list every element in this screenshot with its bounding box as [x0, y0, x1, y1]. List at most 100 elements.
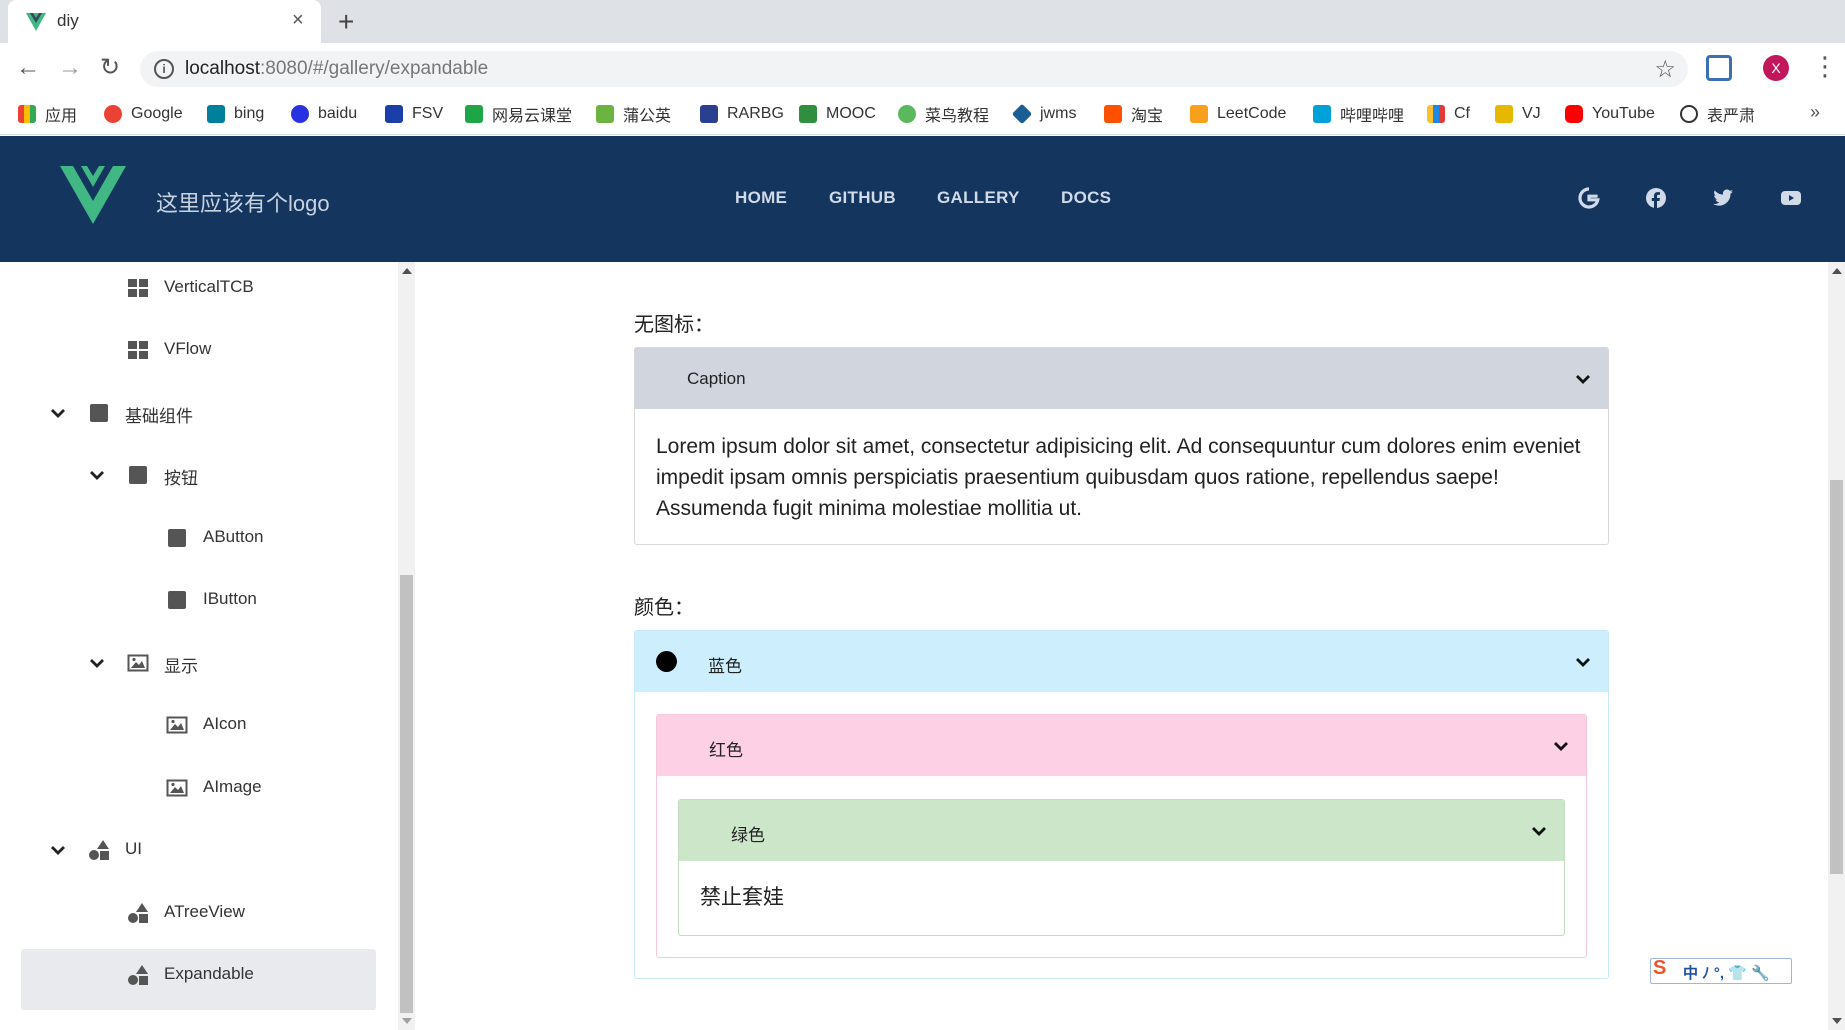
sidebar-item-label: 显示	[164, 657, 198, 676]
facebook-icon[interactable]	[1644, 186, 1668, 210]
expandable-caption-title: Caption	[687, 369, 746, 388]
fsv-icon	[385, 105, 403, 123]
image-icon	[127, 652, 149, 674]
sidebar-item-aimage[interactable]: AImage	[0, 757, 380, 819]
nav-gallery[interactable]: GALLERY	[937, 188, 1020, 208]
chevron-down-icon[interactable]	[1574, 370, 1592, 388]
site-info-icon[interactable]: i	[154, 59, 174, 79]
bookmark-item[interactable]: baidu	[291, 102, 357, 126]
sidebar-item-aicon[interactable]: AIcon	[0, 694, 380, 756]
chevron-down-icon[interactable]	[87, 653, 107, 673]
bookmark-item[interactable]: VJ	[1495, 102, 1541, 126]
runoob-icon	[898, 105, 916, 123]
chevron-down-icon[interactable]	[48, 403, 68, 423]
chevron-down-icon[interactable]	[1530, 822, 1548, 840]
chevron-down-icon[interactable]	[87, 465, 107, 485]
expandable-caption-header[interactable]: Caption	[635, 348, 1608, 409]
sidebar-item-label: AButton	[203, 527, 264, 546]
browser-tab[interactable]: diy ×	[8, 0, 321, 43]
sidebar-scrollbar-thumb[interactable]	[400, 575, 413, 1013]
shapes-icon	[88, 839, 110, 861]
bookmark-item[interactable]: 菜鸟教程	[898, 102, 989, 126]
sidebar-scrollbar[interactable]	[398, 262, 415, 1030]
image-icon	[166, 777, 188, 799]
bookmark-item[interactable]: YouTube	[1565, 102, 1655, 126]
google-icon[interactable]	[1577, 186, 1601, 210]
sidebar-item-atreeview[interactable]: ATreeView	[0, 882, 380, 944]
circle-icon	[656, 651, 677, 672]
bookmark-item[interactable]: jwms	[1011, 102, 1076, 126]
main-scroll-up-icon[interactable]	[1832, 268, 1842, 274]
bilibili-icon	[1313, 105, 1331, 123]
profile-avatar[interactable]: X	[1763, 55, 1789, 81]
jwms-icon	[1011, 103, 1033, 125]
sidebar-item-vflow[interactable]: VFlow	[0, 319, 380, 381]
bookmark-item[interactable]: RARBG	[700, 102, 784, 126]
bookmark-item[interactable]: 应用	[18, 102, 77, 126]
expandable-blue: 蓝色 红色 绿色 禁止套娃	[634, 630, 1609, 979]
bookmark-item[interactable]: Google	[104, 102, 183, 126]
bookmark-item[interactable]: LeetCode	[1190, 102, 1286, 126]
chevron-down-icon[interactable]	[48, 840, 68, 860]
square-icon	[88, 402, 110, 424]
sidebar-scroll-down-icon[interactable]	[402, 1018, 412, 1024]
bookmark-item[interactable]: 网易云课堂	[465, 102, 572, 126]
sidebar-item-expandable[interactable]: Expandable	[0, 944, 380, 1006]
main-scrollbar-thumb[interactable]	[1830, 480, 1843, 874]
square-icon	[166, 589, 188, 611]
nav-home[interactable]: HOME	[735, 188, 787, 208]
expandable-red-header[interactable]: 红色	[657, 715, 1586, 776]
sidebar-item-显示[interactable]: 显示	[0, 632, 380, 694]
sidebar-item-label: IButton	[203, 589, 257, 608]
browser-menu-icon[interactable]: ⋮	[1812, 51, 1838, 81]
sidebar-item-按钮[interactable]: 按钮	[0, 444, 380, 506]
expandable-caption: Caption Lorem ipsum dolor sit amet, cons…	[634, 347, 1609, 545]
bookmark-item[interactable]: 表严肃	[1680, 102, 1755, 126]
expandable-green-header[interactable]: 绿色	[679, 800, 1564, 861]
bookmark-item[interactable]: Cf	[1427, 102, 1470, 126]
main-scrollbar[interactable]	[1828, 262, 1845, 1030]
youtube-icon[interactable]	[1779, 186, 1803, 210]
address-bar[interactable]: i localhost:8080/#/gallery/expandable ☆	[140, 51, 1688, 87]
sidebar-item-label: VFlow	[164, 339, 212, 358]
chevron-down-icon[interactable]	[1574, 653, 1592, 671]
mooc-icon	[799, 105, 817, 123]
extension-icon[interactable]	[1706, 55, 1732, 81]
nav-docs[interactable]: DOCS	[1061, 188, 1111, 208]
new-tab-icon[interactable]: +	[338, 5, 354, 39]
bookmark-item[interactable]: FSV	[385, 102, 443, 126]
google-icon	[104, 105, 122, 123]
chevron-down-icon[interactable]	[1552, 737, 1570, 755]
expandable-green-title: 绿色	[731, 826, 765, 845]
nav-github[interactable]: GITHUB	[829, 188, 896, 208]
bookmarks-overflow-icon[interactable]: »	[1810, 102, 1820, 123]
sidebar-item-verticaltcb[interactable]: VerticalTCB	[0, 262, 380, 319]
sidebar-item-基础组件[interactable]: 基础组件	[0, 382, 380, 444]
bookmark-star-icon[interactable]: ☆	[1654, 55, 1676, 84]
sidebar-item-abutton[interactable]: AButton	[0, 507, 380, 569]
back-icon[interactable]: ←	[16, 55, 40, 81]
main-scroll-down-icon[interactable]	[1832, 1018, 1842, 1024]
address-url[interactable]: localhost:8080/#/gallery/expandable	[185, 58, 488, 80]
sidebar-tree: VerticalTCB VFlow 基础组件 按钮 AButton IButton 显示 AI…	[0, 262, 398, 1030]
bookmark-item[interactable]: bing	[207, 102, 264, 126]
sidebar-scroll-up-icon[interactable]	[402, 268, 412, 274]
bookmark-item[interactable]: 淘宝	[1104, 102, 1163, 126]
ime-status[interactable]: 中 ﾉ °, 👕 🔧	[1683, 962, 1770, 983]
forward-icon[interactable]: →	[58, 55, 82, 81]
twitter-icon[interactable]	[1711, 186, 1735, 210]
tab-close-icon[interactable]: ×	[292, 8, 304, 32]
ime-toolbar[interactable]: S 中 ﾉ °, 👕 🔧	[1650, 957, 1792, 984]
sidebar-item-ui[interactable]: UI	[0, 819, 380, 881]
sidebar-item-ibutton[interactable]: IButton	[0, 569, 380, 631]
bookmark-item[interactable]: MOOC	[799, 102, 876, 126]
browser-toolbar: ← → ↻ i localhost:8080/#/gallery/expanda…	[0, 43, 1845, 94]
vue-logo-icon[interactable]	[60, 166, 126, 224]
bookmark-item[interactable]: 哔哩哔哩	[1313, 102, 1404, 126]
reload-icon[interactable]: ↻	[100, 55, 120, 81]
square-icon	[127, 464, 149, 486]
section-label-no-icon: 无图标：	[634, 314, 714, 336]
bookmark-item[interactable]: 蒲公英	[596, 102, 671, 126]
expandable-blue-header[interactable]: 蓝色	[635, 631, 1608, 692]
bing-icon	[207, 105, 225, 123]
